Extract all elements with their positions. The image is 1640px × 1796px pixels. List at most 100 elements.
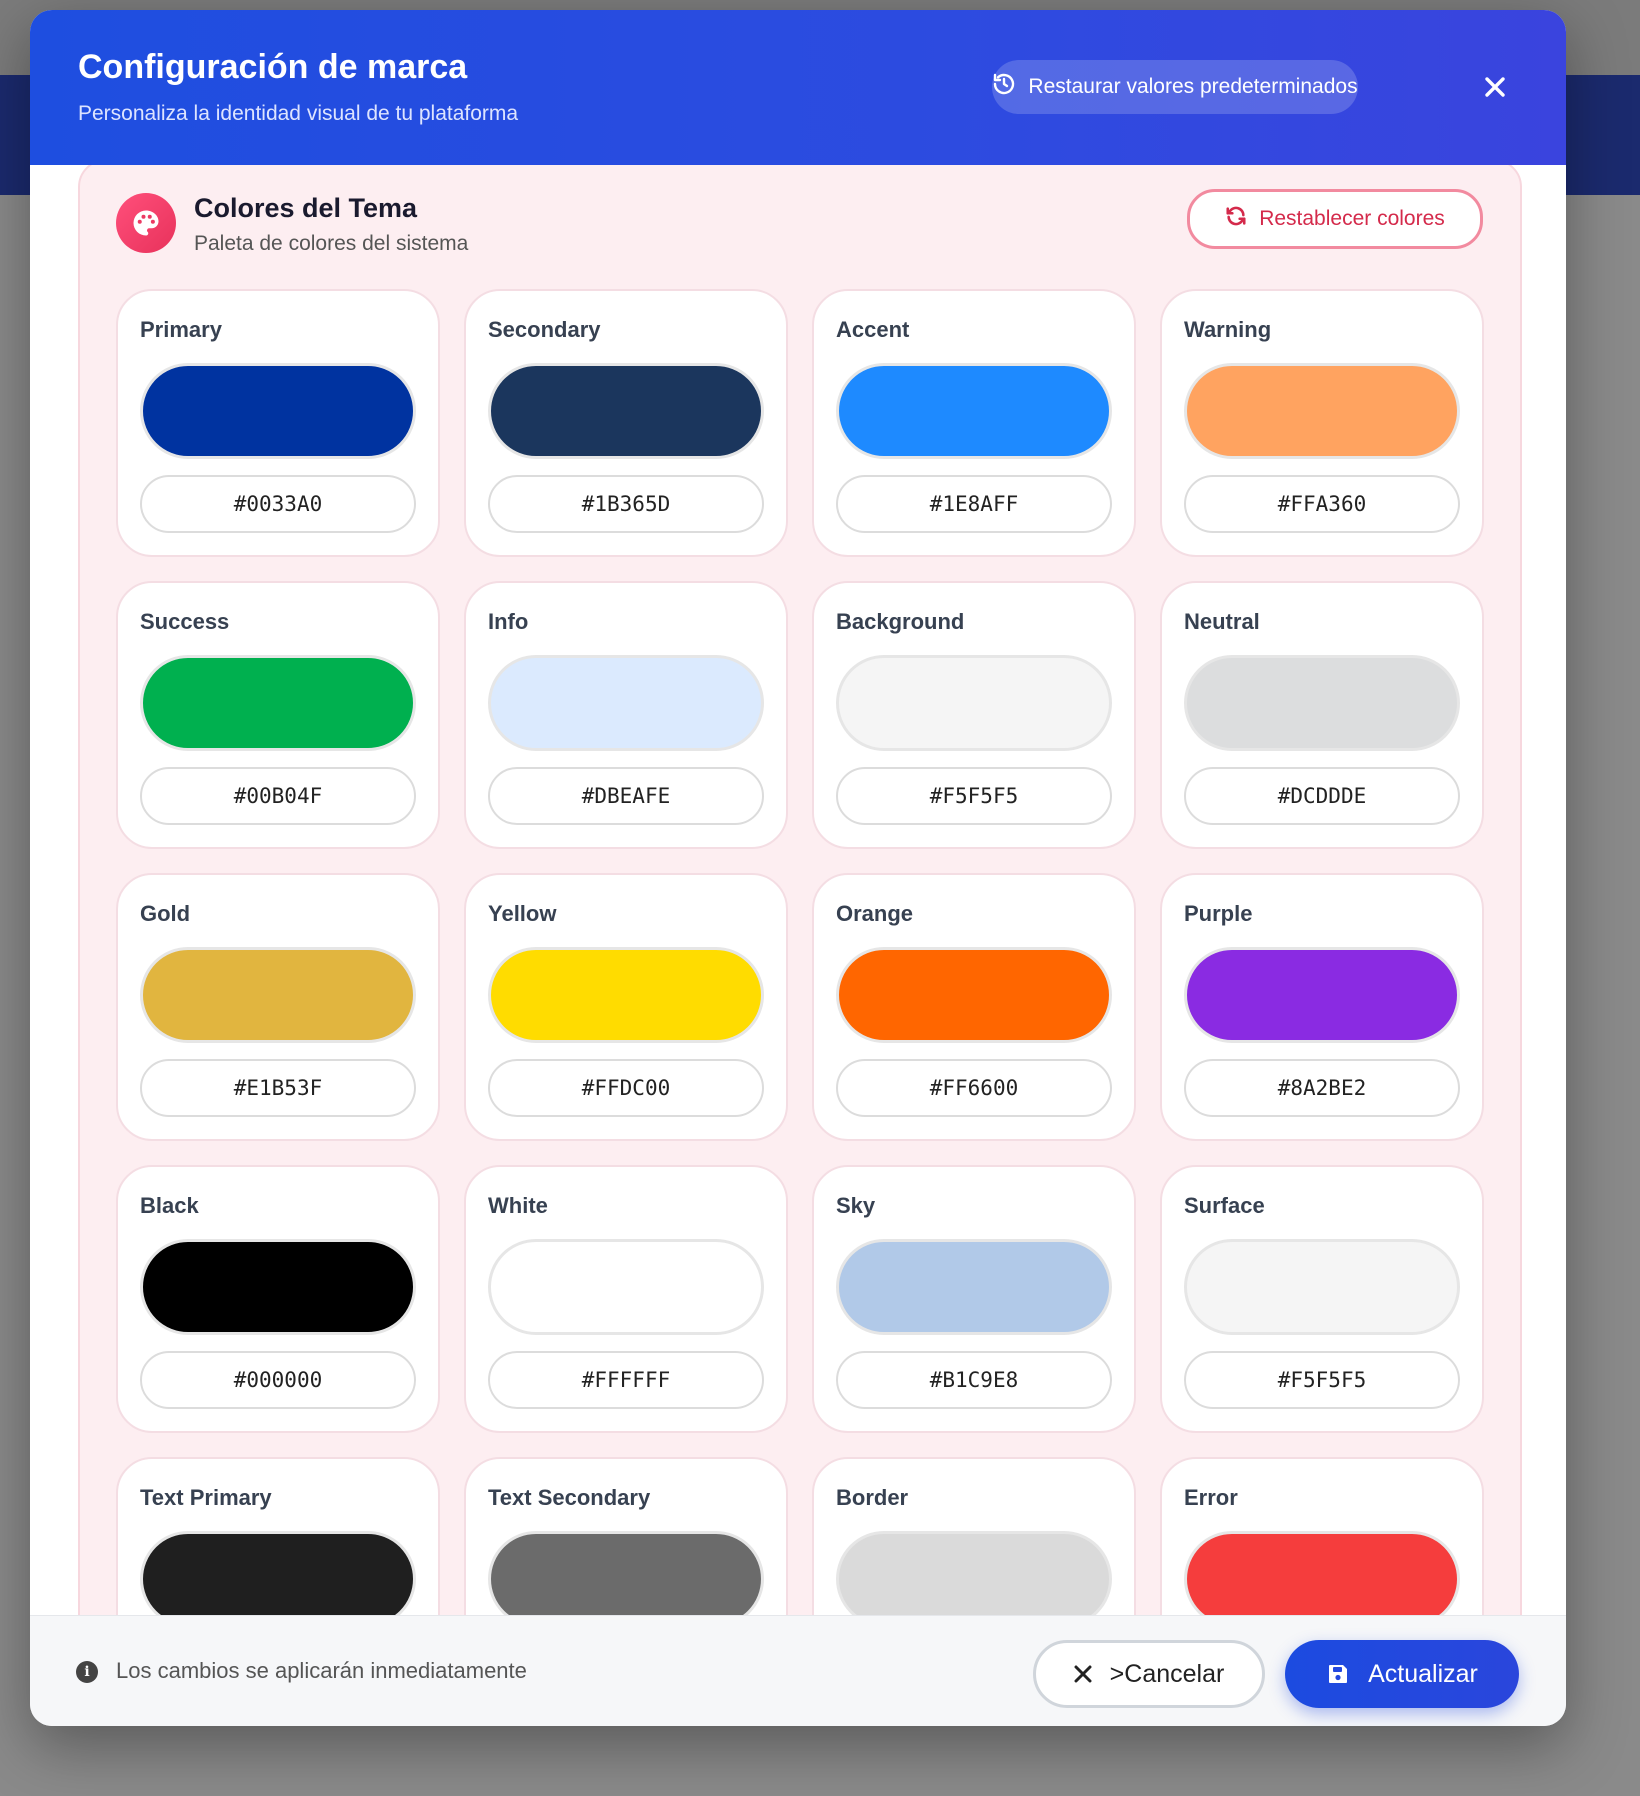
hex-input[interactable]: #FFA360 <box>1184 475 1460 533</box>
modal-footer: i Los cambios se aplicarán inmediatament… <box>30 1615 1566 1726</box>
color-label: Primary <box>140 317 222 342</box>
color-grid: Primary #0033A0 Secondary #1B365D Accent #1E8… <box>116 289 1484 1615</box>
color-card: Black #000000 <box>116 1165 440 1433</box>
update-button[interactable]: Actualizar <box>1285 1640 1519 1708</box>
info-icon: i <box>76 1661 98 1683</box>
color-swatch[interactable] <box>836 1239 1112 1335</box>
color-label: Accent <box>836 317 910 342</box>
color-swatch[interactable] <box>488 655 764 751</box>
color-label: Text Primary <box>140 1485 272 1510</box>
close-button[interactable] <box>1470 62 1520 112</box>
color-card: Info #DBEAFE <box>464 581 788 849</box>
color-swatch[interactable] <box>140 1531 416 1615</box>
restore-defaults-button[interactable]: Restaurar valores predeterminados <box>992 60 1358 114</box>
color-card: Background #F5F5F5 <box>812 581 1136 849</box>
reset-colors-label: Restablecer colores <box>1259 207 1445 230</box>
color-card: Neutral #DCDDDE <box>1160 581 1484 849</box>
color-swatch[interactable] <box>836 1531 1112 1615</box>
color-swatch[interactable] <box>488 1239 764 1335</box>
color-label: Yellow <box>488 901 557 926</box>
color-swatch[interactable] <box>1184 363 1460 459</box>
reset-colors-button[interactable]: Restablecer colores <box>1187 189 1483 249</box>
color-label: Info <box>488 609 529 634</box>
hex-input[interactable]: #F5F5F5 <box>836 767 1112 825</box>
color-label: Gold <box>140 901 191 926</box>
color-swatch[interactable] <box>140 947 416 1043</box>
color-card: Accent #1E8AFF <box>812 289 1136 557</box>
color-swatch[interactable] <box>1184 655 1460 751</box>
history-icon <box>992 72 1016 102</box>
palette-icon <box>116 193 176 253</box>
color-card: Text Secondary <box>464 1457 788 1615</box>
color-card: Purple #8A2BE2 <box>1160 873 1484 1141</box>
color-label: Warning <box>1184 317 1272 342</box>
color-card: Text Primary <box>116 1457 440 1615</box>
modal-header: Configuración de marca Personaliza la id… <box>30 10 1566 165</box>
hex-input[interactable]: #DBEAFE <box>488 767 764 825</box>
color-card: Border <box>812 1457 1136 1615</box>
refresh-icon <box>1225 205 1247 233</box>
cancel-button[interactable]: >Cancelar <box>1033 1640 1265 1708</box>
color-swatch[interactable] <box>836 363 1112 459</box>
hex-input[interactable]: #B1C9E8 <box>836 1351 1112 1409</box>
hex-input[interactable]: #E1B53F <box>140 1059 416 1117</box>
color-card: Secondary #1B365D <box>464 289 788 557</box>
color-card: White #FFFFFF <box>464 1165 788 1433</box>
color-label: Error <box>1184 1485 1238 1510</box>
hex-input[interactable]: #FFFFFF <box>488 1351 764 1409</box>
color-label: White <box>488 1193 548 1218</box>
cancel-label: >Cancelar <box>1109 1659 1225 1688</box>
color-card: Sky #B1C9E8 <box>812 1165 1136 1433</box>
color-swatch[interactable] <box>488 363 764 459</box>
brand-settings-modal: Configuración de marca Personaliza la id… <box>30 10 1566 1726</box>
section-title: Colores del Tema <box>194 193 418 223</box>
color-swatch[interactable] <box>488 1531 764 1615</box>
color-card: Orange #FF6600 <box>812 873 1136 1141</box>
color-card: Gold #E1B53F <box>116 873 440 1141</box>
color-label: Secondary <box>488 317 601 342</box>
color-swatch[interactable] <box>1184 1531 1460 1615</box>
color-card: Success #00B04F <box>116 581 440 849</box>
color-card: Error <box>1160 1457 1484 1615</box>
color-label: Background <box>836 609 965 634</box>
section-subtitle: Paleta de colores del sistema <box>194 232 469 255</box>
color-label: Black <box>140 1193 199 1218</box>
color-swatch[interactable] <box>1184 947 1460 1043</box>
restore-defaults-label: Restaurar valores predeterminados <box>1028 75 1358 98</box>
hex-input[interactable]: #00B04F <box>140 767 416 825</box>
color-swatch[interactable] <box>1184 1239 1460 1335</box>
color-label: Border <box>836 1485 909 1510</box>
modal-body[interactable]: Colores del Tema Paleta de colores del s… <box>30 165 1566 1615</box>
hex-input[interactable]: #DCDDDE <box>1184 767 1460 825</box>
color-label: Orange <box>836 901 914 926</box>
hex-input[interactable]: #0033A0 <box>140 475 416 533</box>
color-label: Surface <box>1184 1193 1265 1218</box>
hex-input[interactable]: #FFDC00 <box>488 1059 764 1117</box>
color-swatch[interactable] <box>836 947 1112 1043</box>
color-card: Primary #0033A0 <box>116 289 440 557</box>
close-icon <box>1074 1665 1092 1683</box>
hex-input[interactable]: #000000 <box>140 1351 416 1409</box>
color-label: Success <box>140 609 230 634</box>
color-label: Text Secondary <box>488 1485 651 1510</box>
close-icon <box>1485 77 1505 97</box>
hex-input[interactable]: #1E8AFF <box>836 475 1112 533</box>
color-card: Surface #F5F5F5 <box>1160 1165 1484 1433</box>
hex-input[interactable]: #FF6600 <box>836 1059 1112 1117</box>
color-label: Purple <box>1184 901 1253 926</box>
color-swatch[interactable] <box>488 947 764 1043</box>
modal-subtitle: Personaliza la identidad visual de tu pl… <box>78 102 519 125</box>
save-icon <box>1329 1665 1348 1683</box>
color-swatch[interactable] <box>140 655 416 751</box>
hex-input[interactable]: #F5F5F5 <box>1184 1351 1460 1409</box>
hex-input[interactable]: #1B365D <box>488 475 764 533</box>
hex-input[interactable]: #8A2BE2 <box>1184 1059 1460 1117</box>
color-swatch[interactable] <box>836 655 1112 751</box>
theme-colors-section: Colores del Tema Paleta de colores del s… <box>78 165 1522 1615</box>
color-swatch[interactable] <box>140 1239 416 1335</box>
modal-title: Configuración de marca <box>78 48 468 86</box>
update-label: Actualizar <box>1368 1659 1478 1688</box>
color-card: Warning #FFA360 <box>1160 289 1484 557</box>
color-card: Yellow #FFDC00 <box>464 873 788 1141</box>
color-swatch[interactable] <box>140 363 416 459</box>
